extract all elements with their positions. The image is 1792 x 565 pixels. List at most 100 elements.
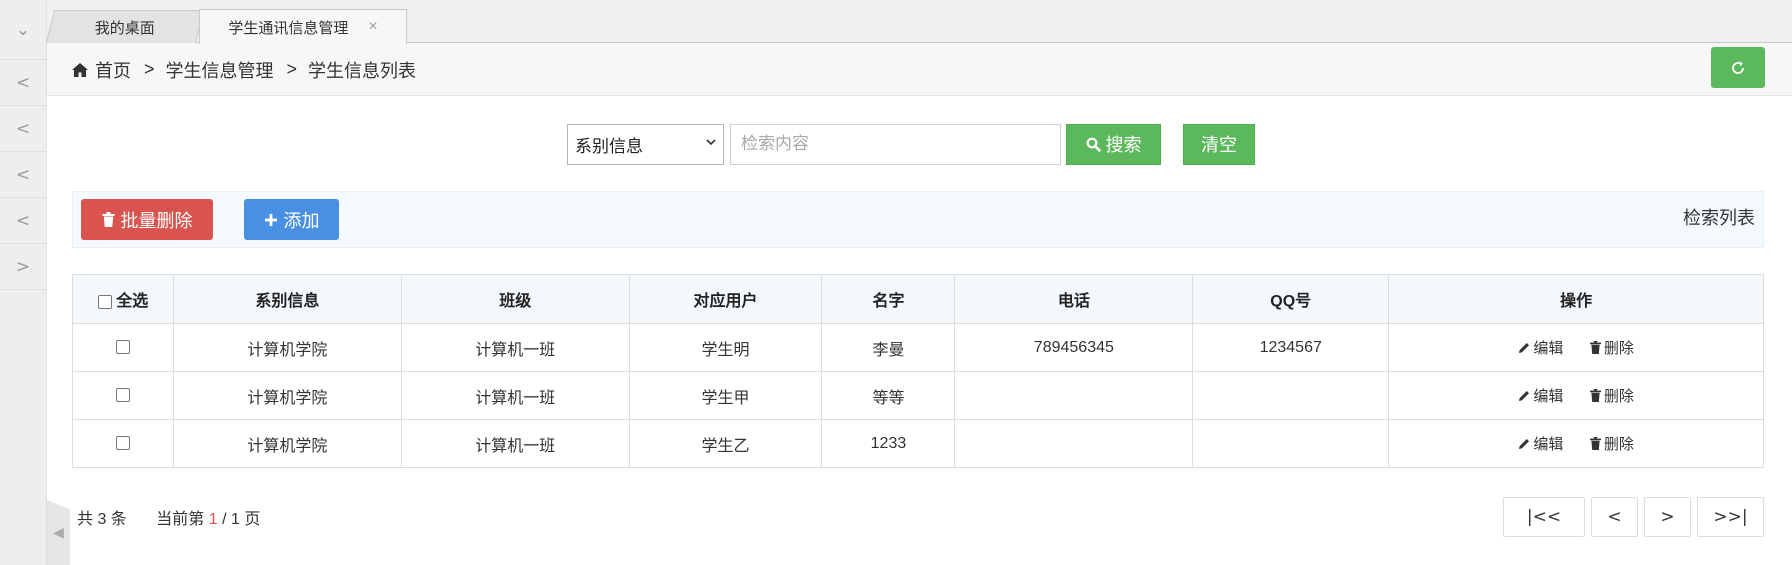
triangle-left-icon: ◀ xyxy=(53,524,64,540)
header-user: 对应用户 xyxy=(628,274,823,324)
delete-label: 删除 xyxy=(1603,339,1634,357)
clear-button[interactable]: 清空 xyxy=(1183,123,1255,165)
chevron-left-icon[interactable]: < xyxy=(0,106,46,152)
search-row: 系别信息 搜索 清空 xyxy=(567,123,1255,165)
home-icon xyxy=(72,62,88,77)
current-page-prefix: 当前第 xyxy=(156,511,205,528)
first-page-button[interactable]: |<< xyxy=(1503,497,1585,537)
delete-label: 删除 xyxy=(1603,435,1634,453)
breadcrumb-student-info-list: 学生信息列表 xyxy=(308,60,417,81)
breadcrumb-separator: > xyxy=(286,59,298,79)
select-all-header[interactable]: 全选 xyxy=(72,274,174,324)
batch-delete-button[interactable]: 批量删除 xyxy=(81,199,213,240)
header-actions: 操作 xyxy=(1388,274,1764,324)
tab-label: 我的桌面 xyxy=(94,19,155,37)
trash-icon xyxy=(1589,436,1601,450)
chevron-down-icon[interactable]: ⌄ xyxy=(0,0,46,60)
edit-link[interactable]: 编辑 xyxy=(1518,337,1563,358)
select-all-checkbox[interactable] xyxy=(97,294,112,309)
next-page-button[interactable]: > xyxy=(1644,497,1691,537)
header-class: 班级 xyxy=(400,274,630,324)
cell-name: 等等 xyxy=(821,371,956,420)
delete-link[interactable]: 删除 xyxy=(1589,337,1634,358)
row-checkbox[interactable] xyxy=(115,388,130,403)
tab-my-desktop[interactable]: 我的桌面 xyxy=(45,10,205,43)
last-page-button[interactable]: >>| xyxy=(1697,497,1764,537)
cell-department: 计算机学院 xyxy=(172,323,402,372)
delete-link[interactable]: 删除 xyxy=(1589,433,1634,454)
cell-class: 计算机一班 xyxy=(400,323,630,372)
search-input[interactable] xyxy=(730,123,1061,165)
student-table: 全选 系别信息 班级 对应用户 名字 电话 QQ号 操作 计算机学院 计算机一班… xyxy=(72,274,1764,468)
cell-qq: 1234567 xyxy=(1192,323,1390,372)
header-department: 系别信息 xyxy=(172,274,402,324)
refresh-icon xyxy=(1732,61,1744,74)
edit-label: 编辑 xyxy=(1533,388,1564,405)
tab-label: 学生通讯信息管理 xyxy=(228,19,349,37)
breadcrumb-student-info-management[interactable]: 学生信息管理 xyxy=(166,57,274,83)
delete-link[interactable]: 删除 xyxy=(1589,385,1634,406)
tab-bar: 我的桌面 学生通讯信息管理 × xyxy=(45,0,1792,44)
cell-user: 学生甲 xyxy=(628,371,823,420)
trash-icon xyxy=(1589,340,1601,354)
prev-page-button[interactable]: < xyxy=(1591,497,1638,537)
search-field-select[interactable]: 系别信息 xyxy=(567,123,724,165)
cell-name: 李曼 xyxy=(821,323,956,372)
collapse-sidebar-toggle[interactable]: ◀ xyxy=(47,500,70,565)
table-row: 计算机学院 计算机一班 学生乙 1233 编辑 删除 xyxy=(72,419,1764,468)
edit-link[interactable]: 编辑 xyxy=(1518,385,1563,406)
cell-department: 计算机学院 xyxy=(172,419,402,468)
cell-qq xyxy=(1192,371,1390,420)
table-row: 计算机学院 计算机一班 学生甲 等等 编辑 删除 xyxy=(72,371,1764,420)
add-button[interactable]: 添加 xyxy=(244,199,339,240)
edit-link[interactable]: 编辑 xyxy=(1518,433,1563,454)
trash-icon xyxy=(1589,388,1601,402)
table-row: 计算机学院 计算机一班 学生明 李曼 789456345 1234567 编辑 … xyxy=(72,323,1764,372)
cell-qq xyxy=(1192,419,1390,468)
chevron-right-icon[interactable]: > xyxy=(0,244,46,290)
cell-phone: 789456345 xyxy=(954,323,1194,372)
chevron-left-icon[interactable]: < xyxy=(0,60,46,106)
cell-actions: 编辑 删除 xyxy=(1388,323,1764,372)
search-list-label: 检索列表 xyxy=(1683,208,1755,228)
close-icon[interactable]: × xyxy=(368,18,377,36)
row-checkbox[interactable] xyxy=(115,340,130,355)
breadcrumb: 首页 > 学生信息管理 > 学生信息列表 xyxy=(72,43,416,96)
pencil-icon xyxy=(1519,438,1530,449)
delete-label: 删除 xyxy=(1603,387,1634,405)
breadcrumb-bar: 首页 > 学生信息管理 > 学生信息列表 xyxy=(47,43,1792,96)
total-count: 共 3 条 xyxy=(77,511,127,528)
cell-department: 计算机学院 xyxy=(172,371,402,420)
pencil-icon xyxy=(1519,342,1530,353)
cell-phone xyxy=(954,371,1194,420)
search-button[interactable]: 搜索 xyxy=(1066,123,1161,165)
search-icon xyxy=(1086,137,1101,152)
trash-icon xyxy=(102,212,114,227)
table-header-row: 全选 系别信息 班级 对应用户 名字 电话 QQ号 操作 xyxy=(72,274,1764,324)
select-all-label: 全选 xyxy=(116,293,149,310)
plus-icon xyxy=(264,213,277,226)
header-phone: 电话 xyxy=(954,274,1194,324)
header-qq: QQ号 xyxy=(1192,274,1390,324)
cell-user: 学生乙 xyxy=(628,419,823,468)
pager: |<< < > >>| xyxy=(1497,497,1764,537)
search-button-label: 搜索 xyxy=(1105,135,1142,155)
chevron-left-icon[interactable]: < xyxy=(0,198,46,244)
cell-actions: 编辑 删除 xyxy=(1388,419,1764,468)
pagination-info: 共 3 条 当前第 1 / 1 页 xyxy=(77,505,260,529)
refresh-button[interactable] xyxy=(1711,47,1765,88)
cell-phone xyxy=(954,419,1194,468)
cell-class: 计算机一班 xyxy=(400,371,630,420)
cell-class: 计算机一班 xyxy=(400,419,630,468)
header-name: 名字 xyxy=(821,274,956,324)
cell-name: 1233 xyxy=(821,419,956,468)
chevron-down-icon xyxy=(705,136,717,151)
chevron-left-icon[interactable]: < xyxy=(0,152,46,198)
cell-user: 学生明 xyxy=(628,323,823,372)
tab-student-contact-management[interactable]: 学生通讯信息管理 × xyxy=(199,9,407,44)
batch-delete-label: 批量删除 xyxy=(120,210,193,231)
cell-actions: 编辑 删除 xyxy=(1388,371,1764,420)
breadcrumb-home[interactable]: 首页 xyxy=(95,57,131,83)
row-checkbox[interactable] xyxy=(115,436,130,451)
breadcrumb-separator: > xyxy=(144,59,155,79)
